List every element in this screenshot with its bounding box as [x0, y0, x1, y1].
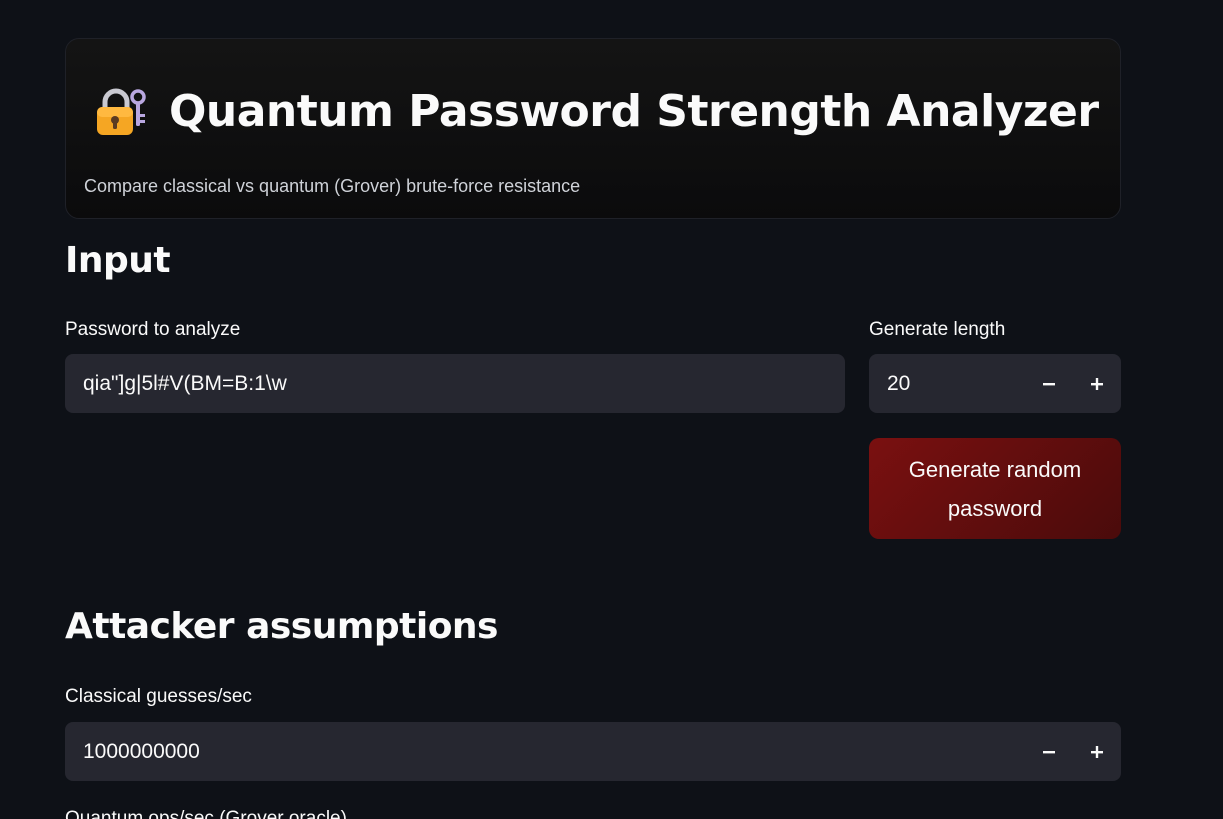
decrement-button[interactable]	[1025, 354, 1073, 413]
page-title: Quantum Password Strength Analyzer	[169, 85, 1099, 137]
app-root: Quantum Password Strength Analyzer Compa…	[0, 0, 1223, 819]
classical-guesses-stepper	[65, 722, 1121, 781]
minus-icon	[1043, 750, 1055, 753]
header-card: Quantum Password Strength Analyzer Compa…	[65, 38, 1121, 219]
plus-icon	[1091, 745, 1103, 758]
minus-icon	[1043, 382, 1055, 385]
password-label: Password to analyze	[65, 319, 241, 340]
generate-length-label: Generate length	[869, 319, 1006, 340]
increment-button[interactable]	[1073, 722, 1121, 781]
plus-icon	[1091, 377, 1103, 390]
quantum-ops-label: Quantum ops/sec (Grover oracle)	[65, 808, 347, 819]
attacker-section-heading: Attacker assumptions	[65, 606, 499, 647]
decrement-button[interactable]	[1025, 722, 1073, 781]
increment-button[interactable]	[1073, 354, 1121, 413]
input-section-heading: Input	[65, 240, 171, 281]
locked-with-key-icon	[97, 88, 146, 135]
generate-random-password-button[interactable]: Generate random password	[869, 438, 1121, 539]
classical-guesses-label: Classical guesses/sec	[65, 686, 252, 707]
title-row: Quantum Password Strength Analyzer	[93, 83, 1099, 139]
page-subtitle: Compare classical vs quantum (Grover) br…	[84, 176, 581, 196]
generate-length-input[interactable]	[869, 354, 1025, 413]
generate-length-stepper	[869, 354, 1121, 413]
password-input[interactable]	[65, 354, 845, 413]
classical-guesses-input[interactable]	[65, 722, 1025, 781]
